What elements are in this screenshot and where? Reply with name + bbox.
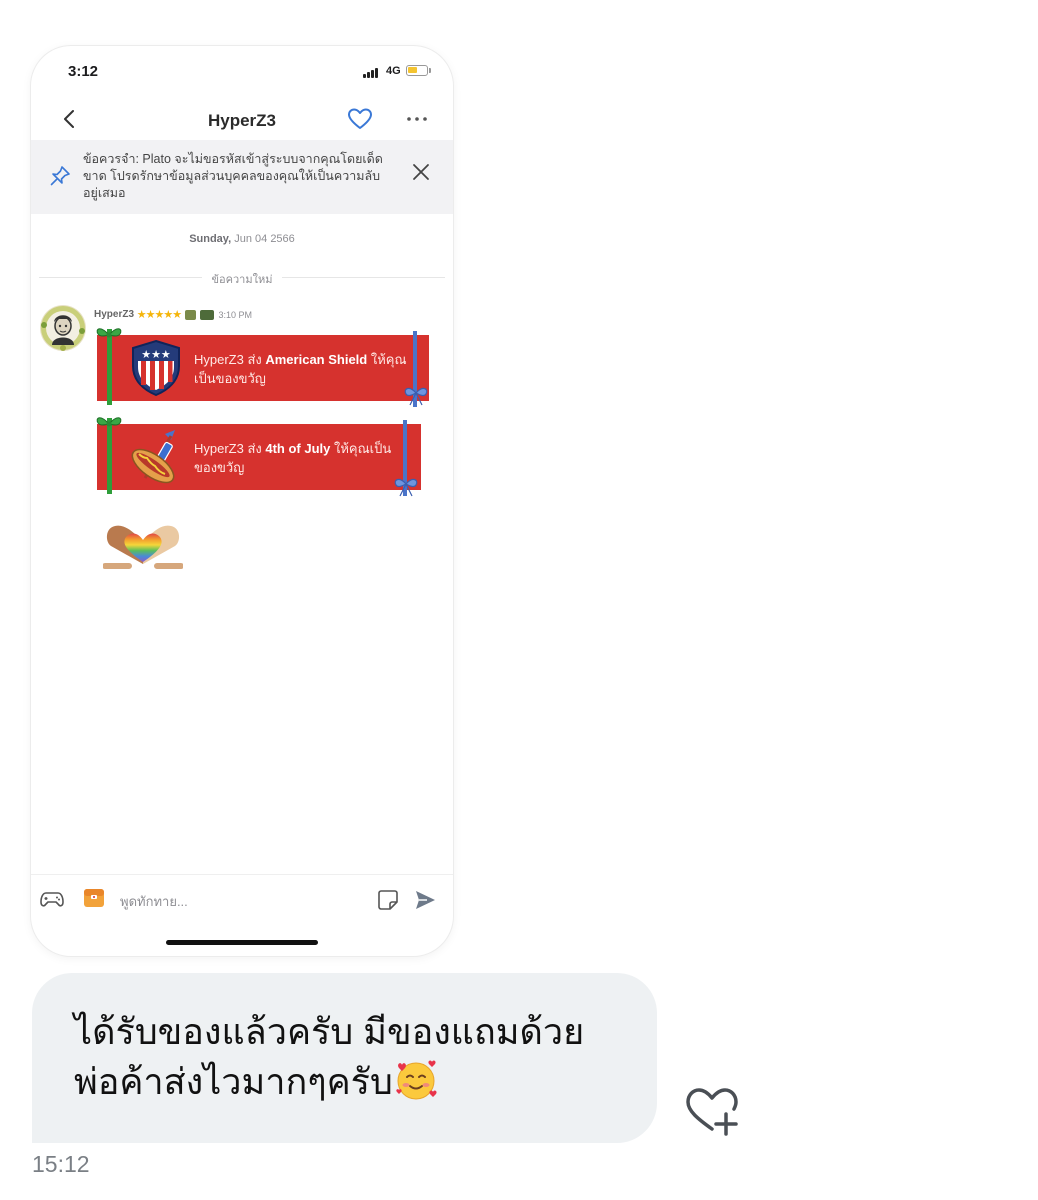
add-reaction-button[interactable] [682, 1084, 742, 1140]
green-bow-icon [96, 417, 122, 427]
gift-item-name: American Shield [265, 352, 368, 367]
send-icon[interactable] [413, 888, 437, 912]
message-input[interactable]: พูดทักทาย... [120, 891, 188, 912]
avatar[interactable] [40, 305, 86, 351]
message-text: ได้รับของแล้วครับ มีของแถมด้วย พ่อค้าส่ง… [74, 1007, 644, 1107]
blue-bow-icon [394, 478, 418, 497]
follow-button[interactable] [345, 104, 375, 134]
status-time: 3:12 [68, 63, 99, 80]
smiling-face-with-hearts-emoji [396, 1060, 437, 1100]
chat-title: HyperZ3 [207, 111, 277, 130]
date-separator: Sunday, Jun 04 2566 [31, 233, 453, 245]
heart-plus-icon [686, 1088, 738, 1136]
more-dots-icon [407, 117, 427, 121]
signal-icon [363, 68, 381, 78]
hotdog-firework-icon [131, 430, 175, 484]
sticker-icon[interactable] [377, 889, 399, 911]
rainbow-heart-hands-sticker[interactable] [102, 516, 184, 572]
network-label: 4G [386, 65, 401, 77]
message-time: 3:10 PM [218, 309, 252, 320]
gift-box-icon[interactable] [83, 887, 105, 909]
message-line-2: พ่อค้าส่งไวมากๆครับ [74, 1061, 393, 1102]
pin-icon [50, 166, 70, 186]
gift-card-4th-of-july[interactable]: HyperZ3 ส่ง 4th of July ให้คุณเป็นของขวั… [96, 417, 421, 497]
gift-message: HyperZ3 ส่ง 4th of July ให้คุณเป็นของขวั… [194, 441, 392, 475]
new-messages-divider: ข้อความใหม่ [31, 270, 453, 288]
heart-icon [348, 108, 372, 129]
new-messages-label: ข้อความใหม่ [201, 270, 283, 288]
rank-badge-icon [199, 309, 214, 320]
green-bow-icon [96, 328, 122, 338]
message-timestamp: 15:12 [32, 1151, 90, 1177]
message-line-1: ได้รับของแล้วครับ มีของแถมด้วย [74, 1011, 585, 1052]
date-day: Sunday, [189, 233, 232, 245]
more-button[interactable] [402, 104, 432, 134]
sender-name[interactable]: HyperZ3 [94, 309, 134, 320]
notice-text: ข้อควรจำ: Plato จะไม่ขอรหัสเข้าสู่ระบบจา… [83, 152, 383, 200]
game-controller-icon[interactable] [40, 889, 64, 909]
star-rating: ★★★★★ [136, 309, 182, 321]
chat-screenshot: 3:12 4G HyperZ3 ข้อควรจำ: Plato จะไม่ขอร… [31, 46, 453, 956]
close-icon [413, 164, 429, 180]
level-badge-icon [184, 309, 196, 320]
battery-icon [406, 65, 428, 76]
home-indicator [166, 940, 318, 945]
blue-bow-icon [404, 387, 428, 406]
svg-text:★★★: ★★★ [141, 348, 171, 361]
notice-close-button[interactable] [409, 160, 433, 184]
message-input-bar: พูดทักทาย... [31, 874, 453, 925]
sender-info: HyperZ3 ★★★★★ 3:10 PM [94, 308, 252, 322]
date-rest: Jun 04 2566 [234, 233, 295, 245]
nav-bar: HyperZ3 [31, 98, 453, 142]
american-shield-icon: ★★★ [132, 339, 180, 397]
status-bar: 3:12 4G [31, 46, 453, 96]
security-notice: ข้อควรจำ: Plato จะไม่ขอรหัสเข้าสู่ระบบจา… [31, 140, 453, 214]
gift-card-american-shield[interactable]: ★★★ HyperZ3 ส่ง American Shield ให้คุณเป… [96, 328, 429, 407]
message-bubble[interactable]: ได้รับของแล้วครับ มีของแถมด้วย พ่อค้าส่ง… [32, 973, 657, 1143]
gift-item-name: 4th of July [265, 441, 331, 456]
gift-message: HyperZ3 ส่ง American Shield ให้คุณเป็นขอ… [194, 352, 407, 386]
